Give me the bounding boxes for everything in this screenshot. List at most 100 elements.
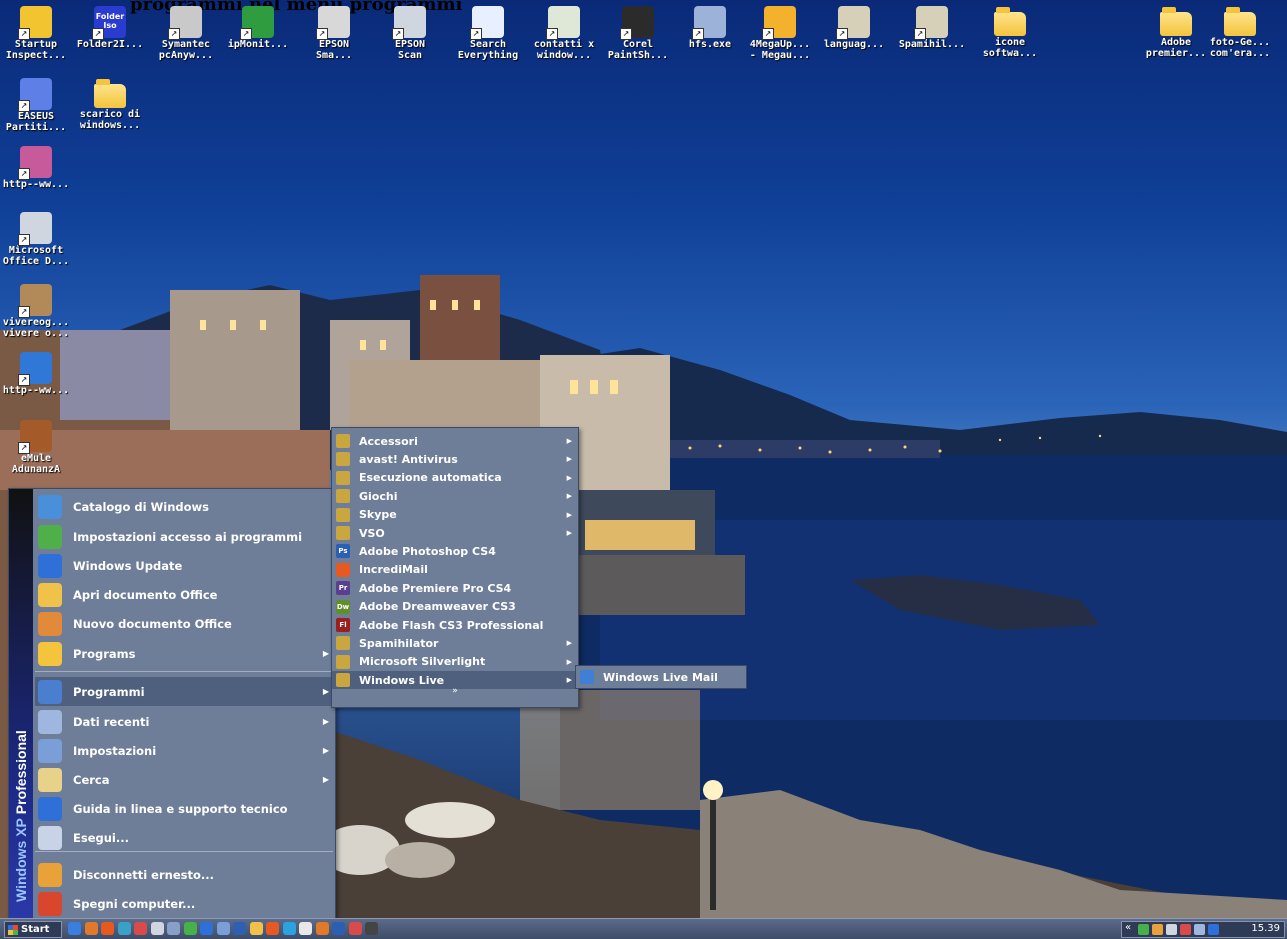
tray-volume-icon[interactable] — [1194, 924, 1205, 935]
desktop-icon[interactable]: ↗ vivereog... vivere o... — [0, 284, 72, 339]
desktop-icon-label: http--ww... — [2, 385, 70, 396]
desktop-icon[interactable]: ↗ contatti x window... — [528, 6, 600, 61]
programmi-menu-item[interactable]: Spamihilator ▶ — [332, 634, 578, 652]
desktop-icon[interactable]: ↗ Spamihil... — [896, 6, 968, 50]
start-menu-item[interactable]: Impostazioni accesso ai programmi — [35, 522, 333, 551]
start-menu-item[interactable]: Cerca ▶ — [35, 765, 333, 794]
programmi-menu-item[interactable]: IncrediMail — [332, 561, 578, 579]
start-menu-item[interactable]: Catalogo di Windows — [35, 492, 333, 521]
tray-network-icon[interactable] — [1138, 924, 1149, 935]
desktop-icon[interactable]: ↗ EPSON Scan — [374, 6, 446, 61]
start-menu-item-label: Programs — [73, 646, 136, 661]
start-menu-item[interactable]: Esegui... — [35, 823, 333, 852]
desktop-icon[interactable]: ↗ ipMonit... — [222, 6, 294, 50]
clock-app-icon[interactable] — [299, 922, 312, 935]
photoshop-icon[interactable] — [332, 922, 345, 935]
desktop-icon[interactable]: Folder Iso ↗ Folder2I... — [74, 6, 146, 50]
start-menu-item-label: Programmi — [73, 684, 145, 699]
system-tray: « 15.39 — [1121, 921, 1285, 938]
desktop-icon[interactable]: ↗ Search Everything — [452, 6, 524, 61]
disk-icon[interactable] — [348, 922, 362, 935]
start-menu-item[interactable]: Disconnetti ernesto... — [35, 860, 333, 889]
messenger-icon[interactable] — [183, 922, 197, 935]
desktop-icon[interactable]: ↗ EPSON Sma... — [298, 6, 370, 61]
desktop-icon[interactable]: Adobe premier... — [1140, 6, 1212, 59]
ipmonitor-icon: ↗ — [240, 6, 274, 40]
programmi-menu-item[interactable]: Skype ▶ — [332, 506, 578, 524]
start-menu-item[interactable]: Windows Update — [35, 551, 333, 580]
mail-icon[interactable] — [266, 922, 279, 935]
programmi-menu-item[interactable]: VSO ▶ — [332, 524, 578, 542]
start-menu-item-label: Impostazioni accesso ai programmi — [73, 529, 303, 544]
start-menu-item[interactable]: Impostazioni ▶ — [35, 736, 333, 765]
desktop-icon[interactable]: ↗ Symantec pcAnyw... — [150, 6, 222, 61]
programmi-menu-item[interactable]: Esecuzione automatica ▶ — [332, 469, 578, 487]
start-menu-item[interactable]: Programmi ▶ — [35, 677, 333, 706]
tray-info-icon[interactable] — [1208, 924, 1219, 935]
start-menu-item[interactable]: Nuovo documento Office — [35, 609, 333, 638]
desktop-icon[interactable]: ↗ Microsoft Office D... — [0, 212, 72, 267]
programmi-menu-item[interactable]: Accessori ▶ — [332, 432, 578, 450]
programmi-menu-item[interactable]: Dw Adobe Dreamweaver CS3 — [332, 598, 578, 616]
start-button[interactable]: Start — [4, 921, 62, 938]
desktop-icon[interactable]: foto-Ge... com'era... — [1204, 6, 1276, 59]
smiley-icon[interactable] — [249, 922, 263, 935]
windows-live-menu-item[interactable]: Windows Live Mail — [576, 668, 746, 686]
desktop-icon[interactable]: ↗ http--ww... — [0, 146, 72, 190]
shortcut-arrow-icon: ↗ — [18, 442, 30, 454]
programmi-menu-item[interactable]: Microsoft Silverlight ▶ — [332, 653, 578, 671]
desktop-icon-label: Startup Inspect... — [5, 39, 67, 61]
desktop-icon[interactable]: ↗ http--ww... — [0, 352, 72, 396]
desktop-icon[interactable]: ↗ Corel PaintSh... — [602, 6, 674, 61]
programmi-menu-item[interactable]: Pr Adobe Premiere Pro CS4 — [332, 579, 578, 597]
skype-icon[interactable] — [282, 922, 296, 935]
camera-icon[interactable] — [365, 922, 378, 935]
start-menu-item[interactable]: Spegni computer... — [35, 889, 333, 918]
desktop-icon[interactable]: scarico di windows... — [74, 78, 146, 131]
start-menu-item[interactable]: Apri documento Office — [35, 580, 333, 609]
emule-icon[interactable] — [117, 922, 131, 935]
start-menu-item-label: Dati recenti — [73, 714, 150, 729]
folder-icon — [94, 79, 126, 108]
start-menu-item[interactable]: Programs ▶ — [35, 639, 333, 668]
expand-menu-chevron[interactable]: » — [332, 686, 578, 696]
tray-printer-icon[interactable] — [1166, 924, 1177, 935]
desktop-icon[interactable]: ↗ Startup Inspect... — [0, 6, 72, 61]
taskbar: Start « 15.39 — [0, 918, 1287, 939]
explorer-icon[interactable] — [216, 922, 230, 935]
folder-icon — [994, 7, 1026, 36]
desktop-icon[interactable]: ↗ hfs.exe — [674, 6, 746, 50]
submenu-arrow-icon: ▶ — [566, 657, 572, 666]
network-icon[interactable] — [167, 922, 180, 935]
tray-expand-chevron[interactable]: « — [1125, 922, 1131, 933]
programmi-menu-item-label: Windows Live — [359, 673, 445, 687]
clock[interactable]: 15.39 — [1251, 923, 1280, 934]
word-icon[interactable] — [233, 922, 246, 935]
start-menu-item[interactable]: Dati recenti ▶ — [35, 707, 333, 736]
programmi-menu-item[interactable]: Ps Adobe Photoshop CS4 — [332, 542, 578, 560]
desktop-icon[interactable] — [200, 922, 213, 935]
recycle-icon[interactable] — [150, 922, 164, 935]
tray-security-icon[interactable] — [1180, 924, 1191, 935]
firefox-icon[interactable] — [315, 922, 329, 935]
desktop-icon[interactable]: ↗ eMule AdunanzA — [0, 420, 72, 475]
pcanywhere-icon: ↗ — [168, 6, 202, 40]
desktop-icon[interactable]: ↗ 4MegaUp... - Megau... — [744, 6, 816, 61]
start-menu-item-label: Impostazioni — [73, 743, 157, 758]
ie-icon[interactable] — [68, 922, 81, 935]
desktop-icon-label: EPSON Sma... — [315, 39, 353, 61]
start-menu-item[interactable]: Guida in linea e supporto tecnico — [35, 794, 333, 823]
desktop-icon-label: Search Everything — [457, 39, 519, 61]
media-icon[interactable] — [134, 922, 147, 935]
programmi-menu-item[interactable]: Giochi ▶ — [332, 487, 578, 505]
programmi-menu-item[interactable]: avast! Antivirus ▶ — [332, 450, 578, 468]
start-menu-item-label: Windows Update — [73, 558, 183, 573]
desktop-icon[interactable]: ↗ EASEUS Partiti... — [0, 78, 72, 133]
incredimail-icon[interactable] — [101, 922, 114, 935]
firefox-icon[interactable] — [84, 922, 98, 935]
desktop-icon[interactable]: ↗ languag... — [818, 6, 890, 50]
desktop-icon[interactable]: icone softwa... — [974, 6, 1046, 59]
tray-mail-icon[interactable] — [1152, 924, 1163, 935]
desktop-icon-label: Symantec pcAnyw... — [158, 39, 214, 61]
programmi-menu-item[interactable]: Fl Adobe Flash CS3 Professional — [332, 616, 578, 634]
